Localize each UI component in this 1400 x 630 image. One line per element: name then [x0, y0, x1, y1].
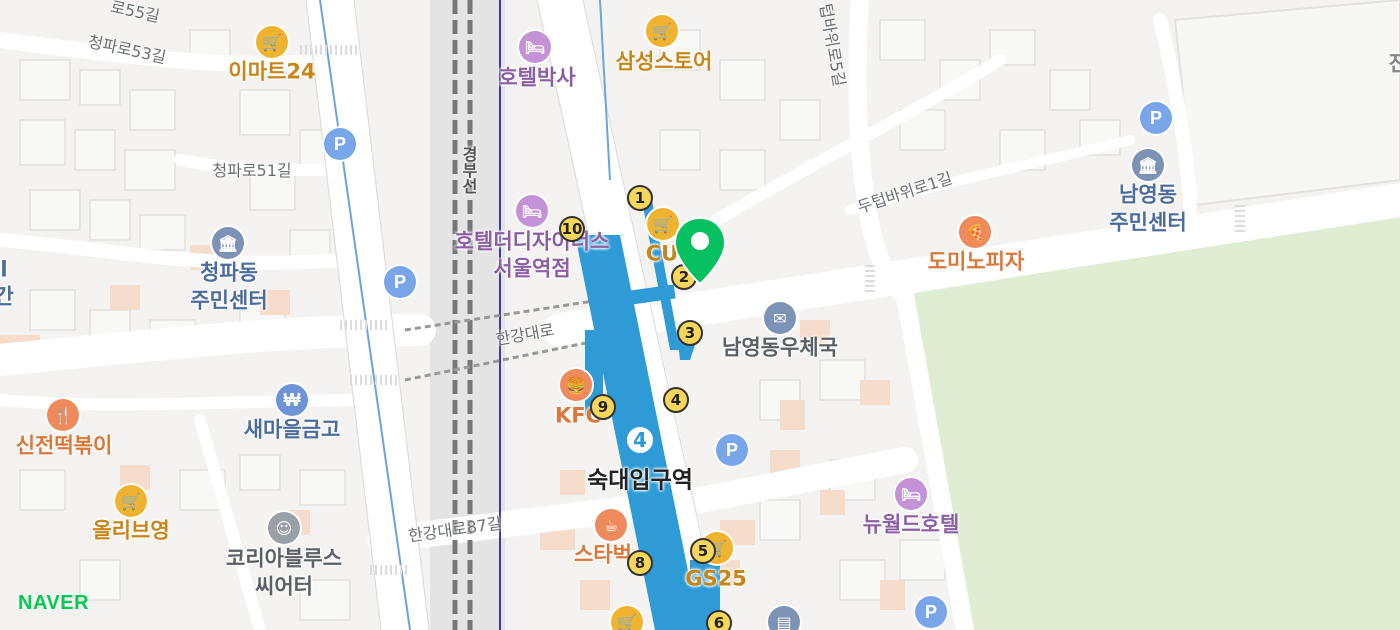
place-dominos[interactable]: 도미노피자 [928, 251, 1025, 273]
station-exit-6[interactable]: 6 [706, 610, 732, 630]
theater-icon[interactable]: ☺ [268, 512, 300, 544]
hotel-icon[interactable]: 🛏 [519, 31, 551, 63]
place-sinjeon[interactable]: 신전떡볶이 [16, 435, 113, 457]
place-emart24[interactable]: 이마트24 [228, 61, 315, 83]
parking-icon[interactable]: P [915, 596, 947, 628]
parking-icon[interactable]: P [324, 128, 356, 160]
place-hotelbaksa[interactable]: 호텔박사 [498, 67, 575, 89]
parking-icon[interactable]: P [1140, 102, 1172, 134]
station-exit-8[interactable]: 8 [627, 550, 653, 576]
shopping-cart-icon[interactable]: 🛒 [611, 606, 643, 630]
road-label-cheongparo51: 청파로51길 [212, 161, 292, 180]
edge-label-right: 진 [1388, 51, 1400, 76]
selected-location-pin-icon[interactable] [673, 216, 727, 290]
government-office-icon[interactable]: 🏛 [1132, 149, 1164, 181]
place-newworld-hotel[interactable]: 뉴월드호텔 [863, 514, 960, 536]
shopping-cart-icon[interactable]: 🛒 [646, 15, 678, 47]
place-starbucks[interactable]: 스타벅 [574, 544, 632, 566]
parking-icon[interactable]: P [716, 434, 748, 466]
station-exit-1[interactable]: 1 [627, 185, 653, 211]
place-korea-blues-line2[interactable]: 씨어터 [255, 576, 313, 598]
station-exit-4[interactable]: 4 [663, 387, 689, 413]
convenience-store-icon[interactable]: 🛒 [256, 26, 288, 58]
place-cheongpa-center-line2[interactable]: 주민센터 [190, 290, 267, 312]
place-oliveyoung[interactable]: 올리브영 [92, 520, 169, 542]
government-office-icon[interactable]: 🏛 [212, 227, 244, 259]
edge-label-left-2: 간 [0, 284, 14, 309]
pizza-icon[interactable]: 🍕 [959, 216, 991, 248]
edge-label-left-1: l [0, 257, 8, 282]
hotel-icon[interactable]: 🛏 [516, 195, 548, 227]
shopping-cart-icon[interactable]: 🛒 [115, 485, 147, 517]
subway-line-4-icon[interactable]: 4 [623, 423, 657, 457]
map-base-layer [0, 0, 1400, 630]
place-cheongpa-center-line1[interactable]: 청파동 [200, 262, 258, 284]
post-office-icon[interactable]: ✉ [764, 302, 796, 334]
fastfood-icon[interactable]: 🍔 [560, 369, 592, 401]
building-block [1173, 0, 1400, 207]
place-samsung-store[interactable]: 삼성스토어 [616, 51, 713, 73]
hotel-icon[interactable]: 🛏 [895, 478, 927, 510]
place-hoteldesigners-line1[interactable]: 호텔더디자이너스 [455, 231, 610, 253]
place-gs25[interactable]: GS25 [685, 568, 747, 590]
bank-icon[interactable]: ₩ [276, 384, 308, 416]
place-hoteldesigners-line2[interactable]: 서울역점 [493, 258, 570, 280]
building-icon[interactable]: ▤ [768, 606, 800, 630]
station-exit-9[interactable]: 9 [590, 394, 616, 420]
place-post-office[interactable]: 남영동우체국 [722, 337, 838, 359]
place-namyeong-center-line1[interactable]: 남영동 [1119, 184, 1177, 206]
map-canvas[interactable]: 청파로53길 로55길 청파로51길 한강대로 한강대로87길 두텁바위로1길 … [0, 0, 1400, 630]
place-namyeong-center-line2[interactable]: 주민센터 [1109, 212, 1186, 234]
station-exit-10[interactable]: 10 [559, 216, 585, 242]
station-name[interactable]: 숙대입구역 [587, 469, 693, 493]
place-saemaeul[interactable]: 새마을금고 [244, 419, 341, 441]
place-korea-blues-line1[interactable]: 코리아블루스 [226, 548, 342, 570]
map-pin-icon [673, 216, 727, 286]
station-exit-5[interactable]: 5 [690, 538, 716, 564]
parking-icon[interactable]: P [384, 266, 416, 298]
naver-logo[interactable]: NAVER [18, 592, 89, 615]
station-exit-3[interactable]: 3 [677, 320, 703, 346]
rail-label-gyeongbu: 경부선 [459, 146, 478, 194]
restaurant-icon[interactable]: 🍴 [47, 399, 79, 431]
cafe-icon[interactable]: ☕ [595, 509, 627, 541]
